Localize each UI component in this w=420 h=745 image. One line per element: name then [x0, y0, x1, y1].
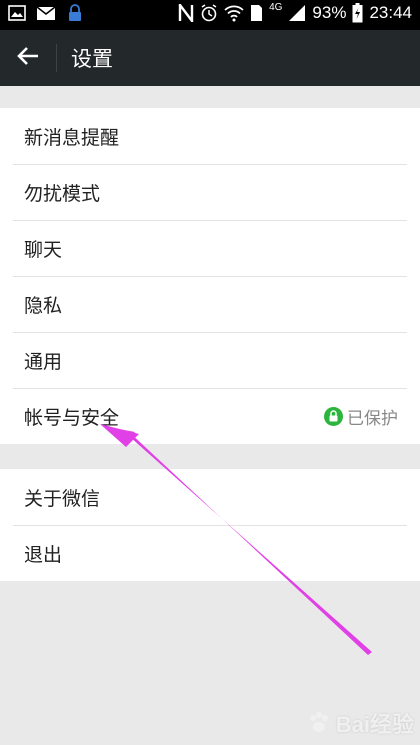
clock-time: 23:44	[369, 3, 412, 22]
settings-item-label: 关于微信	[24, 487, 101, 510]
battery-percent: 93%	[312, 3, 347, 22]
battery-charging-icon	[352, 3, 363, 23]
lock-notification-icon	[66, 4, 84, 22]
settings-item-chats[interactable]: 聊天	[0, 220, 420, 276]
mail-notification-icon	[36, 5, 56, 21]
watermark-logo: Bai经验	[306, 707, 414, 739]
image-notification-icon	[8, 5, 26, 21]
status-left-icons	[8, 4, 84, 22]
lock-icon	[324, 406, 343, 426]
settings-item-label: 勿扰模式	[24, 182, 101, 205]
watermark-text: Bai经验	[335, 712, 414, 737]
back-button[interactable]	[4, 34, 52, 82]
title-divider	[56, 44, 57, 72]
settings-item-label: 聊天	[24, 238, 63, 261]
settings-item-label: 通用	[24, 350, 63, 373]
network-type-label: 4G	[269, 1, 283, 13]
nfc-icon	[178, 4, 194, 22]
settings-item-about-wechat[interactable]: 关于微信	[0, 469, 420, 525]
settings-item-new-message-alerts[interactable]: 新消息提醒	[0, 108, 420, 164]
settings-item-log-out[interactable]: 退出	[0, 525, 420, 581]
status-right-icons: 4G 93% 23:44	[178, 1, 412, 23]
page-title: 设置	[71, 47, 113, 71]
settings-group-main: 新消息提醒 勿扰模式 聊天 隐私 通用 帐号与安全 已保护	[0, 108, 420, 444]
settings-item-label: 帐号与安全	[24, 406, 120, 429]
paw-icon	[309, 712, 328, 732]
settings-item-privacy[interactable]: 隐私	[0, 276, 420, 332]
alarm-icon	[200, 4, 218, 22]
settings-item-label: 隐私	[24, 294, 63, 317]
title-bar: 设置	[0, 30, 420, 86]
settings-item-label: 新消息提醒	[24, 126, 120, 149]
signal-strength-icon	[288, 4, 306, 22]
protected-status-label: 已保护	[347, 408, 398, 429]
back-arrow-icon	[17, 46, 39, 70]
settings-group-secondary: 关于微信 退出	[0, 469, 420, 581]
settings-item-account-security[interactable]: 帐号与安全 已保护	[0, 388, 420, 444]
settings-item-do-not-disturb[interactable]: 勿扰模式	[0, 164, 420, 220]
protected-status: 已保护	[324, 404, 398, 429]
settings-item-label: 退出	[24, 543, 63, 566]
sim-card-icon	[250, 4, 263, 22]
status-bar: 4G 93% 23:44	[0, 0, 420, 30]
settings-item-general[interactable]: 通用	[0, 332, 420, 388]
wifi-icon	[224, 4, 244, 22]
